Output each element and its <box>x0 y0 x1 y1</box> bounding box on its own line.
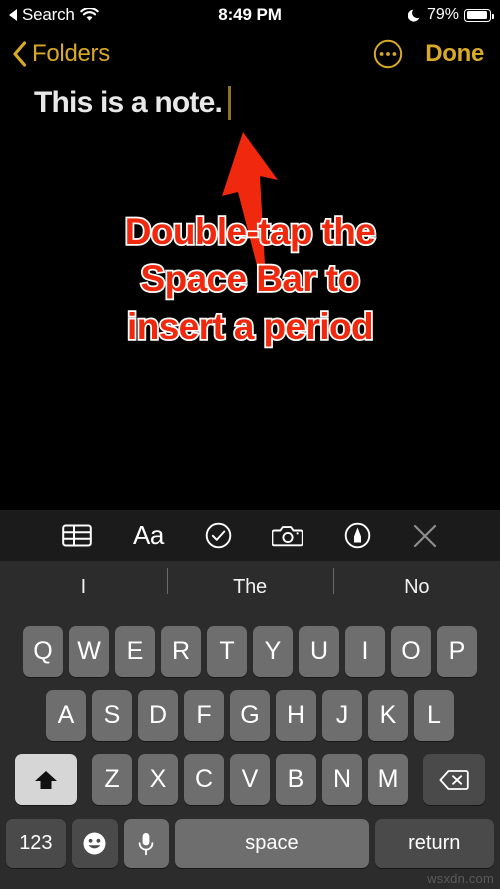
shift-up-arrow-icon <box>35 770 57 789</box>
battery-icon <box>464 8 494 22</box>
shift-key[interactable] <box>15 754 77 805</box>
suggestion-1[interactable]: I <box>0 576 167 599</box>
key-n[interactable]: N <box>322 754 362 805</box>
key-g[interactable]: G <box>230 690 270 741</box>
iphone-screen: Search 8:49 PM 79% Folders Done This is … <box>0 0 500 889</box>
onscreen-keyboard: Q W E R T Y U I O P A S D F G H J K L Z … <box>0 614 500 889</box>
delete-key[interactable] <box>423 754 485 805</box>
emoji-smiley-icon <box>83 832 106 855</box>
suggestion-2[interactable]: The <box>166 568 334 599</box>
key-t[interactable]: T <box>207 626 247 677</box>
annotation-callout: Double-tap the Space Bar to insert a per… <box>0 208 500 350</box>
callout-line-3: insert a period <box>125 304 375 349</box>
keyboard-row-2: A S D F G H J K L <box>0 690 500 741</box>
key-x[interactable]: X <box>138 754 178 805</box>
space-key[interactable]: space <box>175 819 369 868</box>
delete-backspace-icon <box>439 769 469 790</box>
notes-format-toolbar: Aa <box>0 510 500 561</box>
nav-actions: Done <box>373 39 484 69</box>
text-cursor <box>228 86 232 120</box>
keyboard-row-1: Q W E R T Y U I O P <box>0 626 500 677</box>
key-w[interactable]: W <box>69 626 109 677</box>
key-s[interactable]: S <box>92 690 132 741</box>
key-o[interactable]: O <box>391 626 431 677</box>
key-p[interactable]: P <box>437 626 477 677</box>
markup-pen-icon[interactable] <box>344 522 371 549</box>
checklist-icon[interactable] <box>205 522 232 549</box>
key-y[interactable]: Y <box>253 626 293 677</box>
key-r[interactable]: R <box>161 626 201 677</box>
key-v[interactable]: V <box>230 754 270 805</box>
close-icon[interactable] <box>412 523 438 549</box>
suggestion-3[interactable]: No <box>333 568 500 599</box>
done-button[interactable]: Done <box>425 40 484 68</box>
text-format-icon[interactable]: Aa <box>133 520 164 551</box>
watermark: wsxdn.com <box>427 871 494 886</box>
more-circle-icon[interactable] <box>373 39 403 69</box>
chevron-left-icon <box>13 41 27 67</box>
note-first-line: This is a note. <box>34 86 232 120</box>
keyboard-row-4: 123 space return <box>0 818 500 868</box>
camera-icon[interactable] <box>272 523 304 548</box>
key-c[interactable]: C <box>184 754 224 805</box>
status-time: 8:49 PM <box>218 5 282 24</box>
callout-line-2: Space Bar to <box>139 257 362 302</box>
dictation-key[interactable] <box>123 819 170 868</box>
key-i[interactable]: I <box>345 626 385 677</box>
note-text: This is a note. <box>34 86 223 119</box>
key-k[interactable]: K <box>368 690 408 741</box>
keyboard-row-3: Z X C V B N M <box>0 754 500 805</box>
status-bar: Search 8:49 PM 79% <box>0 0 500 30</box>
key-m[interactable]: M <box>368 754 408 805</box>
key-b[interactable]: B <box>276 754 316 805</box>
key-a[interactable]: A <box>46 690 86 741</box>
back-label: Folders <box>32 40 110 67</box>
emoji-key[interactable] <box>71 819 118 868</box>
key-l[interactable]: L <box>414 690 454 741</box>
key-d[interactable]: D <box>138 690 178 741</box>
microphone-icon <box>139 832 154 855</box>
key-h[interactable]: H <box>276 690 316 741</box>
key-j[interactable]: J <box>322 690 362 741</box>
callout-line-1: Double-tap the <box>123 209 378 254</box>
key-q[interactable]: Q <box>23 626 63 677</box>
navigation-bar: Folders Done <box>0 32 500 76</box>
key-z[interactable]: Z <box>92 754 132 805</box>
table-icon[interactable] <box>62 523 93 548</box>
key-e[interactable]: E <box>115 626 155 677</box>
key-u[interactable]: U <box>299 626 339 677</box>
numbers-key[interactable]: 123 <box>6 819 66 868</box>
key-f[interactable]: F <box>184 690 224 741</box>
predictive-text-bar: I The No <box>0 561 500 614</box>
return-key[interactable]: return <box>374 819 494 868</box>
back-to-folders-button[interactable]: Folders <box>12 40 110 68</box>
